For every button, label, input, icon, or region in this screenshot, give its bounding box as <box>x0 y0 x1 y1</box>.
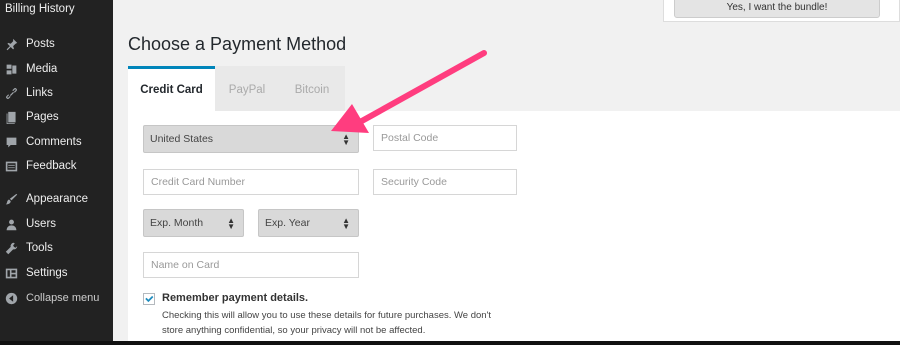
remember-checkbox[interactable] <box>143 293 155 305</box>
sidebar-item-label: Links <box>26 87 53 99</box>
sidebar-item-media[interactable]: Media <box>0 58 113 80</box>
select-arrows-icon: ▲ ▼ <box>227 216 235 231</box>
tab-credit-card[interactable]: Credit Card <box>128 66 215 111</box>
pages-icon <box>4 110 18 124</box>
exp-month-value: Exp. Month <box>150 217 204 229</box>
sidebar-item-settings[interactable]: Settings <box>0 262 113 284</box>
card-number-field[interactable]: Credit Card Number <box>143 169 359 195</box>
remember-label: Remember payment details. <box>162 292 309 304</box>
media-icon <box>4 62 18 76</box>
name-on-card-placeholder: Name on Card <box>151 259 220 271</box>
remember-help-text: Checking this will allow you to use thes… <box>162 308 491 338</box>
collapse-icon <box>4 291 18 305</box>
remember-help-line: store anything confidential, so your pri… <box>162 325 426 336</box>
card-number-placeholder: Credit Card Number <box>151 176 245 188</box>
sidebar-item-label: Posts <box>26 38 55 50</box>
sidebar-item-label: Pages <box>26 111 59 123</box>
name-on-card-field[interactable]: Name on Card <box>143 252 359 278</box>
feedback-icon <box>4 159 18 173</box>
sidebar-item-label: Settings <box>26 267 68 279</box>
main-content: Yes, I want the bundle! Choose a Payment… <box>113 0 900 345</box>
user-icon <box>4 217 18 231</box>
security-code-placeholder: Security Code <box>381 176 447 188</box>
wrench-icon <box>4 241 18 255</box>
checkmark-icon <box>145 295 154 303</box>
payment-method-tabs: Credit Card PayPal Bitcoin <box>128 66 345 111</box>
exp-month-select[interactable]: Exp. Month ▲ ▼ <box>143 209 244 237</box>
select-arrows-icon: ▲ ▼ <box>342 132 350 147</box>
brush-icon <box>4 192 18 206</box>
remember-help-line: Checking this will allow you to use thes… <box>162 310 492 321</box>
sidebar-item-label: Tools <box>26 242 53 254</box>
sidebar-item-pages[interactable]: Pages <box>0 106 113 128</box>
tab-paypal[interactable]: PayPal <box>215 66 279 111</box>
country-select[interactable]: United States ▲ ▼ <box>143 125 359 153</box>
postal-code-placeholder: Postal Code <box>381 132 439 144</box>
credit-card-form: United States ▲ ▼ Postal Code Credit Card… <box>128 111 900 345</box>
postal-code-field[interactable]: Postal Code <box>373 125 517 151</box>
sidebar-item-billing-history[interactable]: Billing History <box>5 3 75 15</box>
pin-icon <box>4 37 18 51</box>
country-select-value: United States <box>150 133 214 145</box>
exp-year-value: Exp. Year <box>265 217 310 229</box>
security-code-field[interactable]: Security Code <box>373 169 517 195</box>
comment-icon <box>4 135 18 149</box>
collapse-menu-label: Collapse menu <box>26 292 100 304</box>
sidebar-item-feedback[interactable]: Feedback <box>0 155 113 177</box>
page-title: Choose a Payment Method <box>128 34 347 54</box>
admin-sidebar: Billing History Posts Media Links Pages … <box>0 0 113 345</box>
settings-icon <box>4 266 18 280</box>
sidebar-item-appearance[interactable]: Appearance <box>0 188 113 210</box>
sidebar-item-label: Appearance <box>26 193 89 205</box>
exp-year-select[interactable]: Exp. Year ▲ ▼ <box>258 209 359 237</box>
sidebar-item-posts[interactable]: Posts <box>0 33 113 55</box>
sidebar-item-label: Feedback <box>26 160 77 172</box>
sidebar-item-tools[interactable]: Tools <box>0 237 113 259</box>
sidebar-item-comments[interactable]: Comments <box>0 131 113 153</box>
bundle-button[interactable]: Yes, I want the bundle! <box>674 0 880 18</box>
sidebar-item-links[interactable]: Links <box>0 82 113 104</box>
sidebar-item-label: Media <box>26 63 58 75</box>
sidebar-item-label: Users <box>26 218 57 230</box>
collapse-menu-button[interactable]: Collapse menu <box>0 287 113 309</box>
sidebar-item-users[interactable]: Users <box>0 213 113 235</box>
link-icon <box>4 86 18 100</box>
bottom-edge <box>0 341 900 345</box>
sidebar-item-label: Comments <box>26 136 82 148</box>
select-arrows-icon: ▲ ▼ <box>342 216 350 231</box>
tab-bitcoin[interactable]: Bitcoin <box>279 66 345 111</box>
